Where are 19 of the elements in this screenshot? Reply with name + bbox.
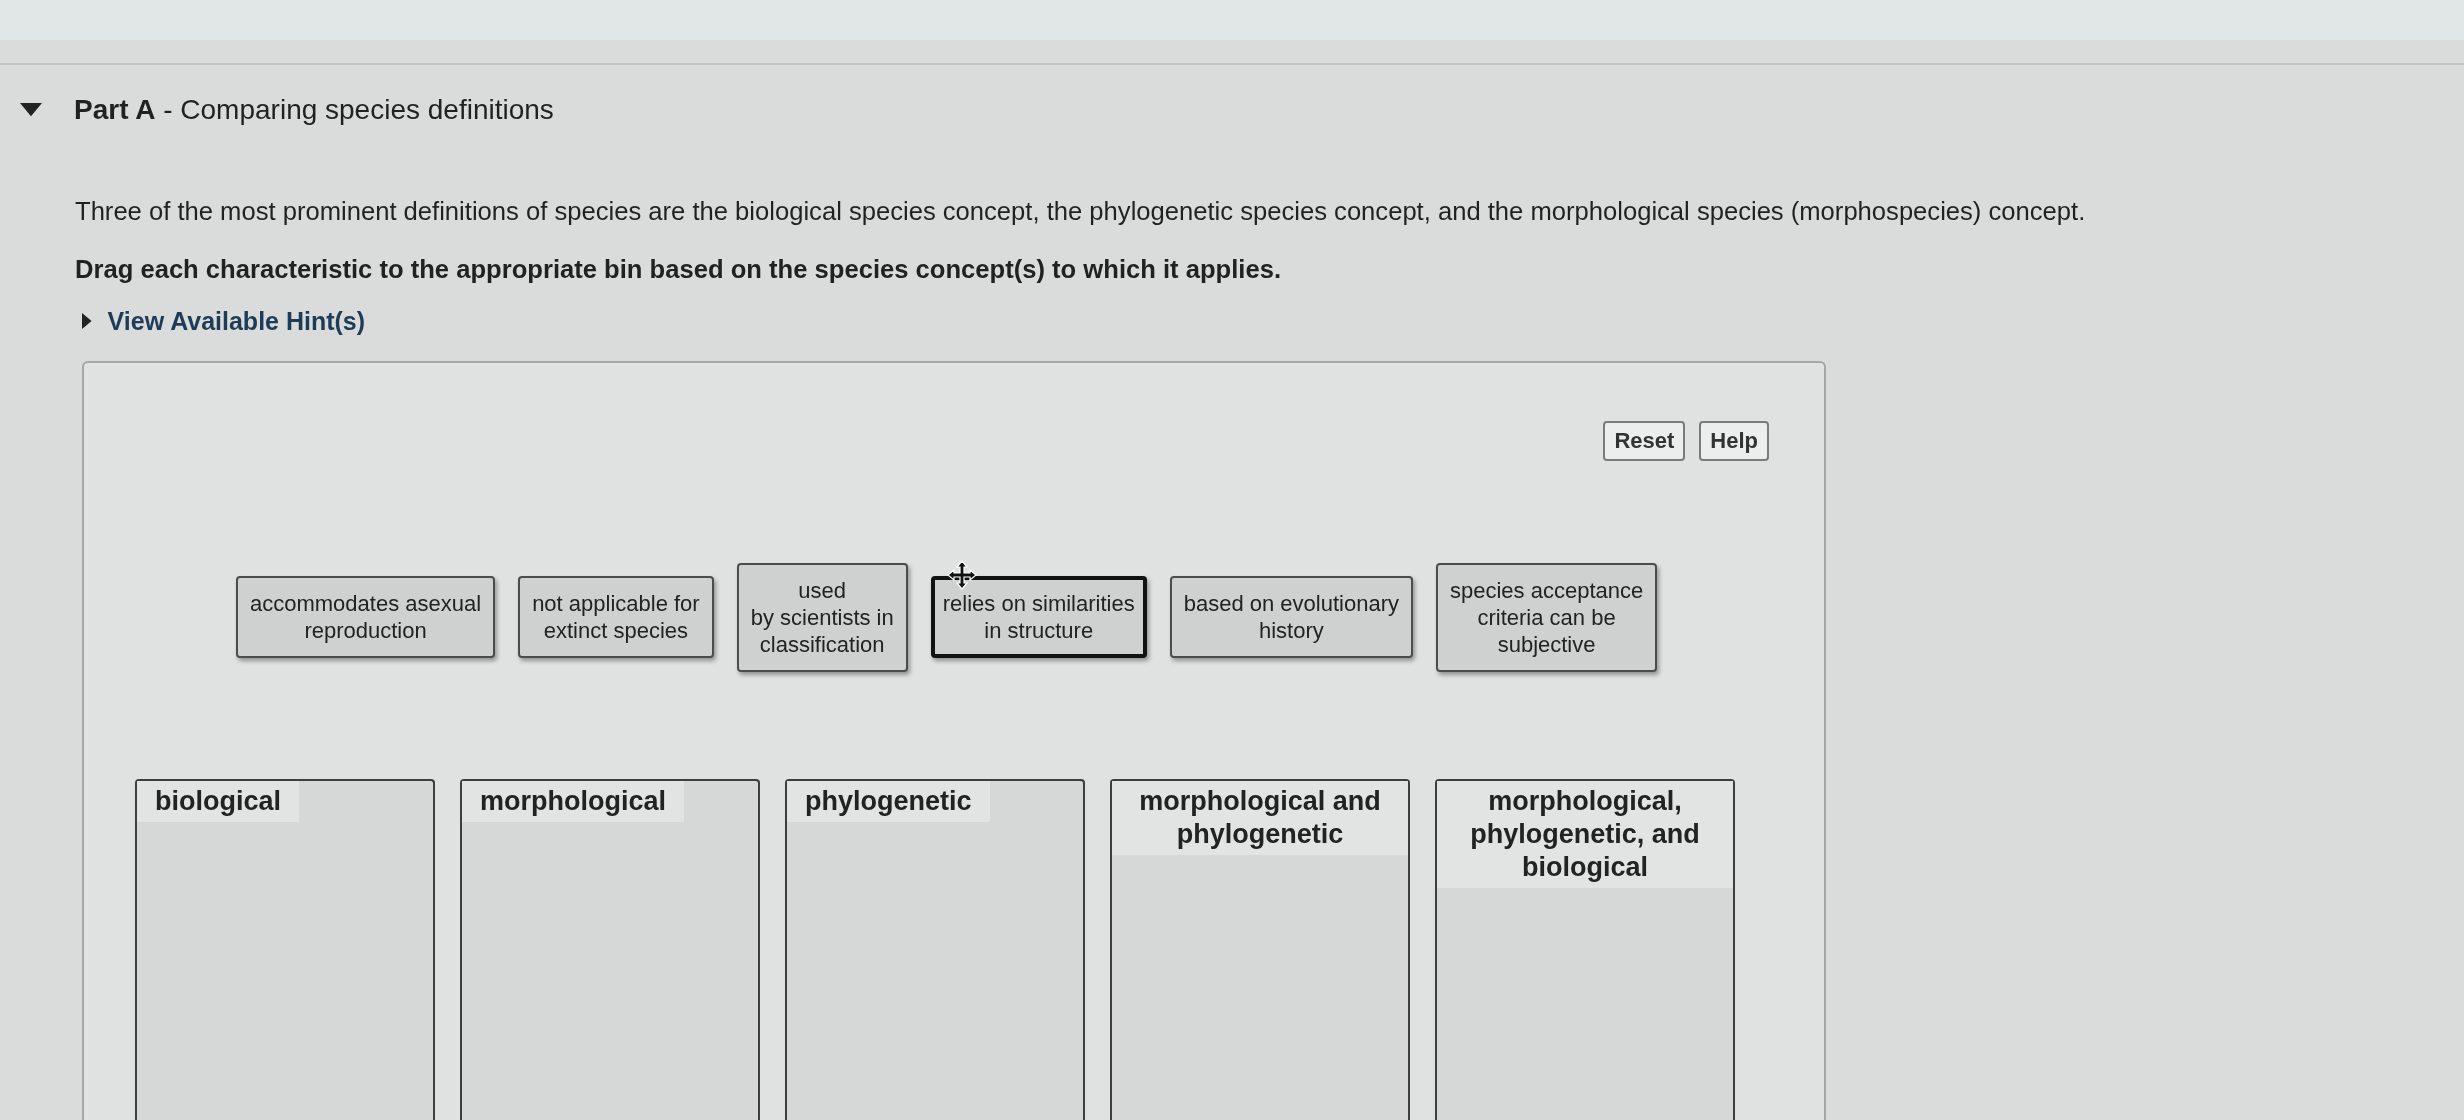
draggable-item[interactable]: based on evolutionary history <box>1169 576 1413 658</box>
bin-label: morphological, phylogenetic, and biological <box>1437 781 1733 888</box>
draggable-item[interactable]: not applicable for extinct species <box>518 576 714 658</box>
view-hints-link[interactable]: View Available Hint(s) <box>82 306 366 336</box>
draggable-item[interactable]: accommodates asexual reproduction <box>236 576 496 658</box>
part-title: Part A - Comparing species definitions <box>74 93 554 127</box>
bin-label: phylogenetic <box>787 781 990 822</box>
bin-label: morphological and phylogenetic <box>1112 781 1408 855</box>
help-button[interactable]: Help <box>1699 421 1769 461</box>
intro-text: Three of the most prominent definitions of species are the biological species concept, the phylogenetic species concept, and the morphological species (morphospecies) concept. <box>75 196 2087 226</box>
bin-label: biological <box>137 781 299 822</box>
move-cursor-icon <box>946 560 977 590</box>
caret-icon[interactable] <box>82 313 92 329</box>
reset-button[interactable]: Reset <box>1603 421 1686 461</box>
instruction-text: Drag each characteristic to the appropriate bin based on the species concept(s) to which it applies. <box>75 254 1283 284</box>
bin-label: morphological <box>462 781 684 822</box>
draggable-item[interactable]: used by scientists in classification <box>736 562 908 672</box>
caret-icon[interactable] <box>20 103 42 117</box>
draggable-item[interactable]: species acceptance criteria can be subjective <box>1435 562 1658 672</box>
